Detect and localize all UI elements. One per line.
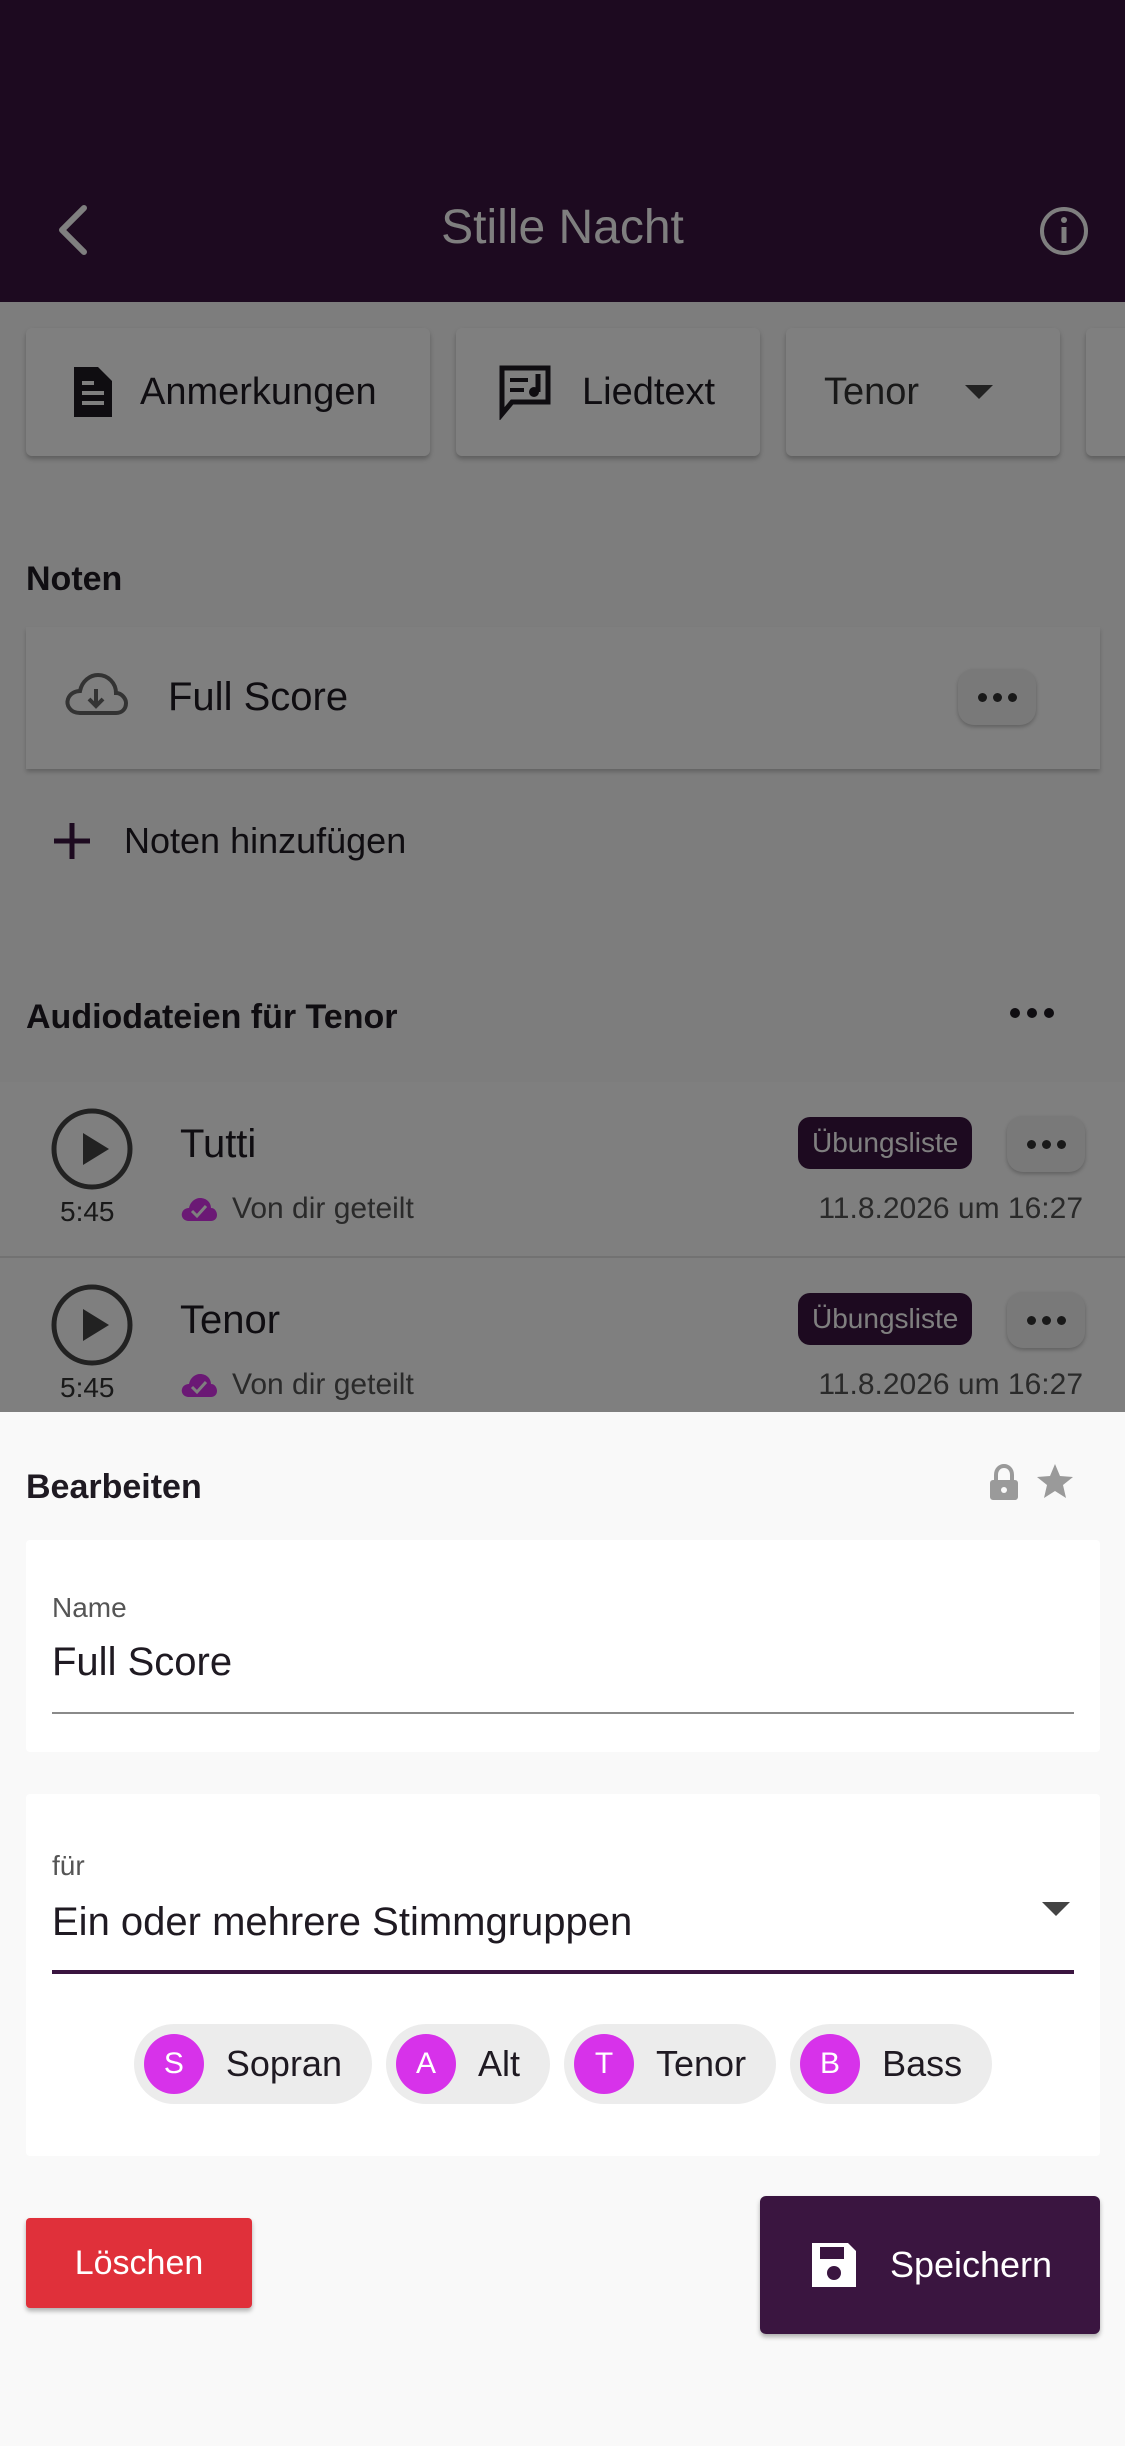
delete-button[interactable]: Löschen [26, 2218, 252, 2308]
voice-chip-label: Sopran [225, 2043, 342, 2084]
voice-chips: S Sopran A Alt T Tenor B Bass [26, 2024, 1100, 2104]
for-underline [52, 1970, 1074, 1974]
save-label: Speichern [889, 2244, 1053, 2285]
dropdown-arrow-icon[interactable] [1042, 1902, 1070, 1916]
voice-chip-bass[interactable]: B Bass [790, 2024, 993, 2104]
lock-icon[interactable] [988, 1464, 1020, 1502]
modal-scrim[interactable] [0, 0, 1125, 1412]
name-underline [52, 1712, 1074, 1714]
voice-chip-alt[interactable]: A Alt [385, 2024, 550, 2104]
avatar: S [143, 2034, 204, 2094]
voice-chip-label: Bass [882, 2043, 963, 2084]
for-label: für [52, 1850, 85, 1881]
voice-group-select[interactable]: Ein oder mehrere Stimmgruppen [52, 1900, 632, 1945]
avatar: A [395, 2034, 456, 2094]
avatar: T [574, 2034, 634, 2094]
voice-chip-tenor[interactable]: T Tenor [564, 2024, 777, 2104]
name-value[interactable]: Full Score [52, 1640, 232, 1685]
save-button[interactable]: Speichern [760, 2196, 1100, 2334]
voice-chip-label: Tenor [656, 2043, 747, 2084]
edit-sheet: Bearbeiten Name Full Score für Ein oder … [0, 1412, 1125, 2446]
voice-chip-sopran[interactable]: S Sopran [133, 2024, 372, 2104]
name-field[interactable]: Name Full Score [26, 1540, 1100, 1752]
voice-group-card: für Ein oder mehrere Stimmgruppen S Sopr… [26, 1794, 1100, 2156]
star-icon[interactable] [1036, 1462, 1074, 1500]
name-label: Name [52, 1592, 127, 1623]
sheet-title: Bearbeiten [26, 1468, 202, 1506]
save-icon [811, 2243, 856, 2287]
voice-chip-label: Alt [477, 2043, 520, 2084]
avatar: B [800, 2034, 861, 2094]
